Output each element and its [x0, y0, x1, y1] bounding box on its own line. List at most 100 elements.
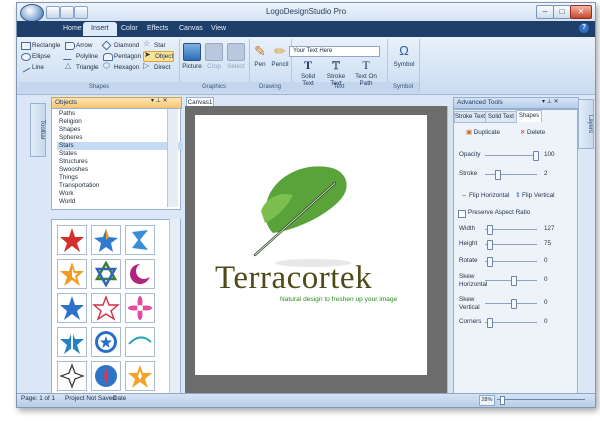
star-object[interactable] [57, 259, 87, 289]
category-item[interactable]: Religion [57, 118, 183, 126]
rotate-slider[interactable] [485, 257, 537, 267]
layers-side-tab[interactable]: Layers [578, 99, 594, 149]
shape-rectangle[interactable]: Rectangle [21, 41, 60, 50]
width-slider[interactable] [485, 225, 537, 235]
picture-button[interactable]: Picture [181, 43, 203, 70]
crop-button[interactable]: Crop [203, 43, 225, 70]
star-object[interactable] [125, 293, 155, 323]
star-object[interactable] [57, 361, 87, 391]
skew-vertical-slider[interactable] [485, 299, 537, 309]
canvas-page[interactable] [195, 115, 427, 375]
star-object[interactable] [91, 327, 121, 357]
flower-star-icon [128, 296, 152, 320]
star-object[interactable] [57, 225, 87, 255]
toolbar-side-tab[interactable]: Toolbar [30, 103, 46, 157]
star-object[interactable] [91, 361, 121, 391]
panel-dropdown-icon[interactable]: ▾ ⊥ ✕ [151, 97, 168, 104]
shape-polyline[interactable]: Polyline [62, 52, 98, 61]
stroke-text-button[interactable]: T Stroke Text [323, 59, 349, 87]
maximize-button[interactable]: □ [553, 5, 571, 19]
flip-horizontal-button[interactable]: ⇔ Flip Horizontal [461, 192, 509, 199]
skew-horizontal-thumb[interactable] [511, 276, 518, 286]
swoosh-icon [128, 336, 152, 345]
skew-horizontal-slider[interactable] [485, 276, 537, 286]
pen-icon: ✎ [254, 43, 266, 59]
height-value: 75 [544, 240, 552, 247]
tab-solid-text[interactable]: Solid Text [485, 111, 517, 123]
category-item[interactable]: Transportation [57, 182, 183, 190]
tab-insert[interactable]: Insert [83, 22, 117, 36]
preserve-aspect-checkbox[interactable] [458, 210, 466, 218]
stroke-text-icon: T [332, 58, 340, 72]
category-item[interactable]: Work [57, 190, 183, 198]
height-slider[interactable] [485, 240, 537, 250]
circle-star-icon [95, 331, 117, 353]
rotate-slider-thumb[interactable] [487, 257, 494, 267]
shape-triangle[interactable]: △ Triangle [65, 61, 99, 72]
star-object[interactable] [91, 225, 121, 255]
tab-stroke-text[interactable]: Stroke Text [454, 111, 486, 123]
category-item[interactable]: Spheres [57, 134, 183, 142]
category-item[interactable]: Paths [57, 110, 183, 118]
star-object[interactable] [57, 293, 87, 323]
star-object[interactable] [91, 293, 121, 323]
category-item[interactable]: Swooshes [57, 166, 183, 174]
crescent-icon [130, 263, 152, 284]
corners-slider-thumb[interactable] [487, 318, 494, 328]
solid-text-button[interactable]: T Solid Text [295, 59, 321, 87]
grid-scrollbar[interactable] [169, 219, 180, 393]
flip-vertical-button[interactable]: ⇕ Flip Vertical [515, 192, 555, 199]
corners-slider[interactable] [485, 318, 537, 328]
duplicate-button[interactable]: ▣ Duplicate [466, 129, 500, 136]
delete-button[interactable]: ✕ Delete [520, 129, 545, 136]
tools-panel-controls-icon[interactable]: ▾ ⊥ ✕ [542, 98, 559, 105]
text-input[interactable]: Your Text Here [289, 46, 380, 57]
crop-icon [205, 43, 223, 61]
skew-vertical-thumb[interactable] [511, 299, 518, 309]
star-object[interactable] [125, 259, 155, 289]
zoom-slider-thumb[interactable] [500, 396, 505, 405]
corners-label: Corners [459, 318, 482, 325]
shape-direct[interactable]: ▷ Direct [143, 62, 170, 72]
text-on-path-button[interactable]: T Text On Path [351, 59, 381, 87]
shape-ellipse[interactable]: Ellipse [21, 52, 51, 61]
zoom-slider[interactable] [497, 399, 585, 400]
star-object[interactable] [125, 361, 155, 391]
height-slider-thumb[interactable] [487, 240, 494, 250]
star-object[interactable] [125, 327, 155, 357]
tab-shapes[interactable]: Shapes [516, 110, 542, 122]
stroke-slider[interactable] [485, 170, 537, 180]
close-button[interactable]: ✕ [570, 5, 592, 19]
pencil-button[interactable]: ✏ Pencil [269, 43, 291, 68]
width-slider-thumb[interactable] [487, 225, 494, 235]
category-item[interactable]: Structures [57, 158, 183, 166]
shape-diamond[interactable]: Diamond [101, 40, 139, 51]
skew-horizontal-label: Skew Horizontal [459, 273, 488, 288]
category-item[interactable]: World [57, 198, 183, 206]
help-icon[interactable]: ? [579, 23, 589, 33]
shape-star[interactable]: ☆ Star [143, 40, 166, 50]
select-button[interactable]: Select [225, 43, 247, 70]
opacity-slider-thumb[interactable] [533, 151, 539, 161]
stroke-value: 2 [544, 170, 548, 177]
pen-button[interactable]: ✎ Pen [249, 43, 271, 68]
symbol-button[interactable]: Ω Symbol [391, 43, 417, 68]
category-item[interactable]: Shapes [57, 126, 183, 134]
shape-pentagon[interactable]: Pentagon [103, 52, 141, 61]
opacity-slider[interactable] [485, 151, 539, 161]
shapes-group-label: Shapes [19, 82, 179, 92]
category-item[interactable]: States [57, 150, 183, 158]
star-object[interactable] [91, 259, 121, 289]
shape-line[interactable]: Line [19, 62, 44, 73]
category-item[interactable]: Stars [57, 142, 183, 150]
star-object[interactable] [57, 327, 87, 357]
shape-hexagon[interactable]: ⬡ Hexagon [103, 62, 139, 72]
minimize-button[interactable]: – [536, 5, 554, 19]
category-item[interactable]: Things [57, 174, 183, 182]
list-scrollbar[interactable] [167, 109, 178, 207]
triangle-icon: △ [65, 61, 72, 70]
tab-view[interactable]: View [203, 22, 234, 36]
star-object[interactable] [125, 225, 155, 255]
shape-arrow[interactable]: Arrow [65, 41, 92, 50]
stroke-slider-thumb[interactable] [494, 170, 501, 180]
